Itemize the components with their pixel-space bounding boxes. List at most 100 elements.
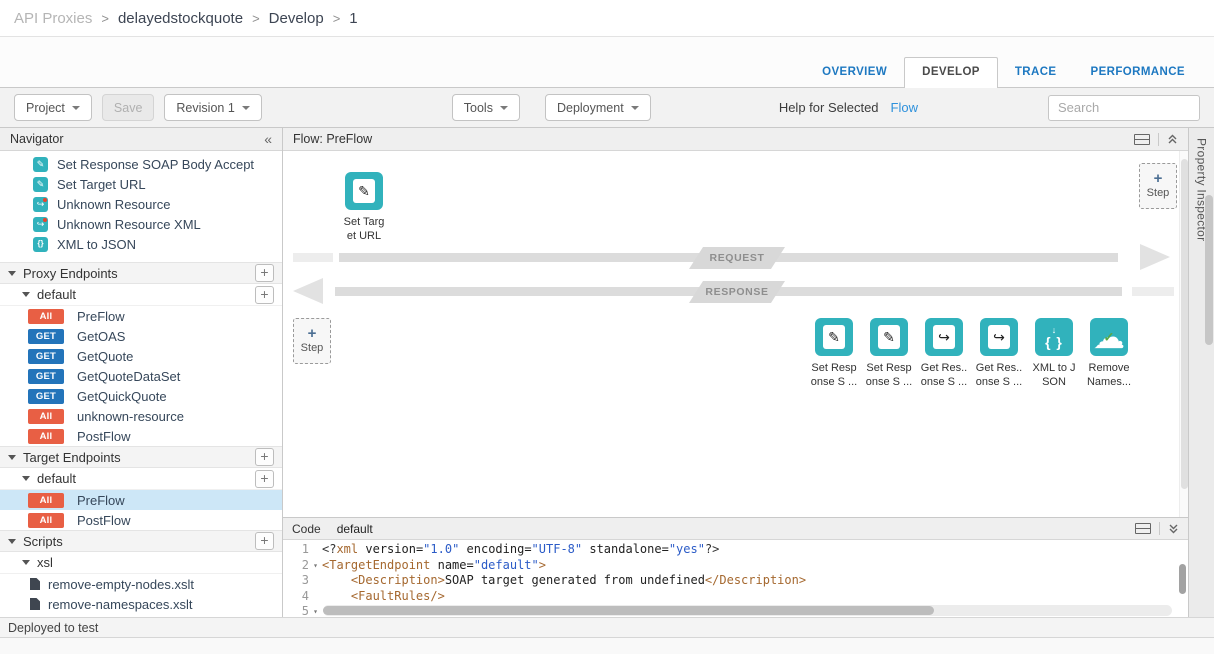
collapse-panel-icon[interactable]: « bbox=[264, 131, 272, 147]
file-label: remove-namespaces.xslt bbox=[48, 597, 193, 612]
policy-step-icon-pencil[interactable]: ✎ bbox=[815, 318, 853, 356]
split-view-icon[interactable] bbox=[1134, 134, 1150, 145]
flow-item-getoas[interactable]: GETGetOAS bbox=[0, 326, 282, 346]
group-row-default[interactable]: default+ bbox=[0, 284, 282, 306]
response-step[interactable]: ↪Get Res.. onse S ... bbox=[925, 318, 963, 402]
collapse-down-icon[interactable] bbox=[1168, 523, 1179, 535]
navigator-policy-item[interactable]: ↪Unknown Resource XML bbox=[0, 214, 282, 234]
response-step[interactable]: ↓{ }XML to J SON bbox=[1035, 318, 1073, 402]
policy-step-icon-callout[interactable]: ↪ bbox=[925, 318, 963, 356]
tools-dropdown[interactable]: Tools bbox=[452, 94, 520, 121]
flow-canvas: REQUEST RESPONSE + Step + Step ✎Set Targ… bbox=[283, 151, 1188, 517]
response-step[interactable]: ✎Set Resp onse S ... bbox=[870, 318, 908, 402]
navigator-policy-item[interactable]: {}XML to JSON bbox=[0, 234, 282, 254]
flow-item-postflow[interactable]: AllPostFlow bbox=[0, 426, 282, 446]
policy-step-icon-pencil[interactable]: ✎ bbox=[345, 172, 383, 210]
flow-label: PreFlow bbox=[77, 309, 125, 324]
add-button[interactable]: + bbox=[255, 264, 274, 282]
center-column: Flow: PreFlow REQUEST bbox=[283, 128, 1188, 617]
section-header-target-endpoints[interactable]: Target Endpoints+ bbox=[0, 446, 282, 468]
policy-step-icon-callout[interactable]: ↪ bbox=[980, 318, 1018, 356]
step-label: Remove Names... bbox=[1074, 361, 1144, 390]
search-input[interactable] bbox=[1048, 95, 1200, 121]
response-step[interactable]: ✎Set Resp onse S ... bbox=[815, 318, 853, 402]
section-header-scripts[interactable]: Scripts+ bbox=[0, 530, 282, 552]
file-icon bbox=[30, 578, 40, 590]
flow-item-getquotedataset[interactable]: GETGetQuoteDataSet bbox=[0, 366, 282, 386]
code-tab-default[interactable]: default bbox=[337, 522, 373, 536]
save-button[interactable]: Save bbox=[102, 94, 155, 121]
breadcrumb-item[interactable]: delayedstockquote bbox=[118, 10, 243, 27]
navigator-scrollbar-thumb[interactable] bbox=[1205, 195, 1213, 345]
callout-arrow-icon: ↪ bbox=[988, 325, 1010, 349]
code-text: <?xml version="1.0" encoding="UTF-8" sta… bbox=[322, 542, 719, 558]
flow-item-getquickquote[interactable]: GETGetQuickQuote bbox=[0, 386, 282, 406]
tab-develop[interactable]: DEVELOP bbox=[904, 57, 998, 88]
flow-item-getquote[interactable]: GETGetQuote bbox=[0, 346, 282, 366]
deployment-dropdown[interactable]: Deployment bbox=[545, 94, 651, 121]
collapse-up-icon[interactable] bbox=[1167, 133, 1178, 145]
fold-arrow-icon[interactable]: ▾ bbox=[309, 558, 322, 574]
code-horizontal-scrollbar[interactable] bbox=[323, 605, 1172, 616]
flow-scrollbar-thumb[interactable] bbox=[1181, 159, 1188, 489]
save-button-label: Save bbox=[114, 101, 143, 115]
disclosure-triangle-icon bbox=[22, 560, 30, 565]
policy-step-icon-cloud-check[interactable]: ☁✓ bbox=[1090, 318, 1128, 356]
flow-item-preflow[interactable]: AllPreFlow bbox=[0, 306, 282, 326]
resource-icon: ↪ bbox=[33, 217, 48, 232]
code-horizontal-scrollbar-thumb[interactable] bbox=[323, 606, 934, 615]
response-step[interactable]: ☁✓Remove Names... bbox=[1090, 318, 1128, 402]
request-step[interactable]: ✎Set Targ et URL bbox=[345, 172, 383, 210]
project-dropdown[interactable]: Project bbox=[14, 94, 92, 121]
add-button[interactable]: + bbox=[255, 532, 274, 550]
add-button[interactable]: + bbox=[255, 470, 274, 488]
header-band: OVERVIEWDEVELOPTRACEPERFORMANCE bbox=[0, 37, 1214, 88]
group-row-default[interactable]: default+ bbox=[0, 468, 282, 490]
navigator-policy-item[interactable]: ✎Set Target URL bbox=[0, 174, 282, 194]
add-button[interactable]: + bbox=[255, 448, 274, 466]
method-badge: All bbox=[28, 493, 64, 508]
policy-step-icon-braces[interactable]: ↓{ } bbox=[1035, 318, 1073, 356]
response-step[interactable]: ↪Get Res.. onse S ... bbox=[980, 318, 1018, 402]
tab-performance[interactable]: PERFORMANCE bbox=[1074, 58, 1203, 87]
code-vertical-scrollbar-thumb[interactable] bbox=[1179, 564, 1186, 594]
add-button[interactable]: + bbox=[255, 286, 274, 304]
add-step-button-response[interactable]: + Step bbox=[293, 318, 331, 364]
code-editor[interactable]: 1<?xml version="1.0" encoding="UTF-8" st… bbox=[283, 540, 1188, 617]
script-file-item[interactable]: remove-empty-nodes.xslt bbox=[0, 574, 282, 594]
help-flow-link[interactable]: Flow bbox=[891, 100, 918, 115]
code-token: <? bbox=[322, 542, 336, 556]
add-step-label: Step bbox=[301, 342, 324, 354]
tab-trace[interactable]: TRACE bbox=[998, 58, 1074, 87]
split-view-icon[interactable] bbox=[1135, 523, 1151, 534]
breadcrumb-item[interactable]: 1 bbox=[349, 10, 357, 27]
navigator-policy-item[interactable]: ↪Unknown Resource bbox=[0, 194, 282, 214]
script-file-item[interactable]: remove-namespaces.xslt bbox=[0, 594, 282, 614]
code-token: "yes" bbox=[669, 542, 705, 556]
policy-step-icon-pencil[interactable]: ✎ bbox=[870, 318, 908, 356]
breadcrumb-item[interactable]: Develop bbox=[269, 10, 324, 27]
breadcrumb-root-link[interactable]: API Proxies bbox=[14, 10, 92, 27]
flow-item-preflow[interactable]: AllPreFlow bbox=[0, 490, 282, 510]
red-dot bbox=[43, 198, 47, 202]
tab-overview[interactable]: OVERVIEW bbox=[805, 58, 904, 87]
section-header-proxy-endpoints[interactable]: Proxy Endpoints+ bbox=[0, 262, 282, 284]
add-step-button-request[interactable]: + Step bbox=[1139, 163, 1177, 209]
group-row-xsl[interactable]: xsl bbox=[0, 552, 282, 574]
fold-arrow-icon[interactable]: ▾ bbox=[309, 604, 322, 617]
code-token: <FaultRules/> bbox=[351, 589, 445, 603]
revision-dropdown[interactable]: Revision 1 bbox=[164, 94, 261, 121]
request-line-segment bbox=[293, 253, 333, 262]
disclosure-triangle-icon bbox=[8, 539, 16, 544]
code-token bbox=[322, 573, 351, 587]
chevron-down-icon bbox=[631, 106, 639, 110]
resource-icon: ↪ bbox=[33, 197, 48, 212]
flow-label: PostFlow bbox=[77, 429, 130, 444]
flow-scrollbar[interactable] bbox=[1179, 151, 1188, 517]
file-icon bbox=[30, 598, 40, 610]
navigator-policy-item[interactable]: ✎Set Response SOAP Body Accept bbox=[0, 154, 282, 174]
flow-item-postflow[interactable]: AllPostFlow bbox=[0, 510, 282, 530]
code-line: 4 <FaultRules/> bbox=[283, 589, 1188, 605]
flow-item-unknown-resource[interactable]: Allunknown-resource bbox=[0, 406, 282, 426]
code-token: <TargetEndpoint bbox=[322, 558, 430, 572]
